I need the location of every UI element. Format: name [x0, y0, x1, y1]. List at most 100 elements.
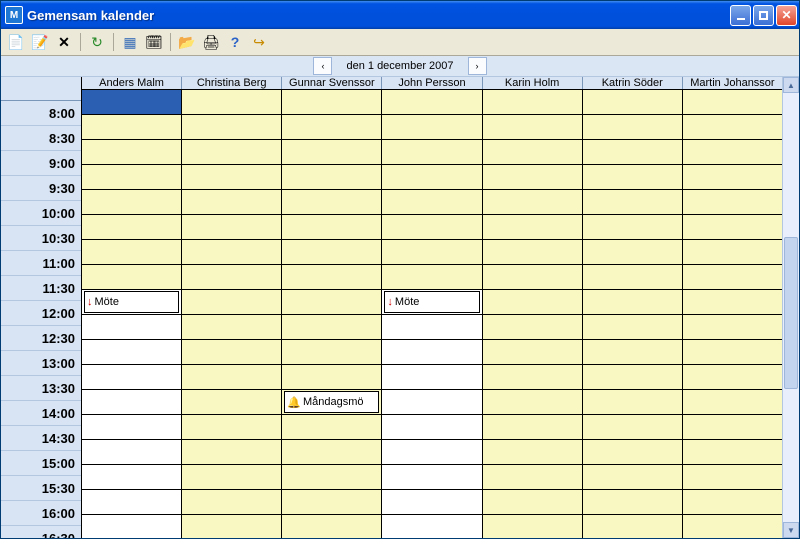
time-slot[interactable]: [182, 265, 281, 290]
time-slot[interactable]: [82, 140, 181, 165]
time-slot[interactable]: [583, 90, 682, 115]
person-header[interactable]: Christina Berg: [182, 77, 282, 89]
help-button[interactable]: ?: [224, 31, 246, 53]
time-slot[interactable]: [382, 90, 481, 115]
time-slot[interactable]: [382, 415, 481, 440]
new-button[interactable]: 📄: [5, 31, 27, 53]
time-slot[interactable]: [82, 115, 181, 140]
time-slot[interactable]: [382, 390, 481, 415]
person-header[interactable]: Karin Holm: [483, 77, 583, 89]
print-button[interactable]: 🖨: [200, 31, 222, 53]
time-slot[interactable]: [382, 340, 481, 365]
time-slot[interactable]: [583, 265, 682, 290]
time-slot[interactable]: [282, 490, 381, 515]
time-slot[interactable]: [382, 240, 481, 265]
time-slot[interactable]: [82, 390, 181, 415]
time-slot[interactable]: [282, 365, 381, 390]
time-slot[interactable]: [82, 240, 181, 265]
person-header[interactable]: Martin Johanssor: [683, 77, 782, 89]
time-slot[interactable]: [483, 415, 582, 440]
time-slot[interactable]: [182, 340, 281, 365]
calendar-event[interactable]: 🔔Måndagsmö: [284, 391, 379, 413]
time-slot[interactable]: [382, 315, 481, 340]
time-slot[interactable]: [683, 515, 782, 538]
scroll-down-button[interactable]: ▼: [783, 522, 799, 538]
edit-button[interactable]: 📝: [29, 31, 51, 53]
scroll-thumb[interactable]: [784, 237, 798, 389]
time-slot[interactable]: [182, 115, 281, 140]
time-slot[interactable]: [82, 190, 181, 215]
person-header[interactable]: Anders Malm: [82, 77, 182, 89]
time-slot[interactable]: [282, 215, 381, 240]
time-slot[interactable]: [382, 440, 481, 465]
time-slot[interactable]: [182, 165, 281, 190]
time-slot[interactable]: [382, 265, 481, 290]
time-slot[interactable]: [483, 365, 582, 390]
time-slot[interactable]: [82, 365, 181, 390]
time-slot[interactable]: [483, 90, 582, 115]
time-slot[interactable]: [683, 165, 782, 190]
time-slot[interactable]: [182, 190, 281, 215]
calendar-event[interactable]: ↓Möte: [384, 291, 479, 313]
time-slot[interactable]: [683, 415, 782, 440]
time-slot[interactable]: [282, 265, 381, 290]
time-slot[interactable]: [282, 315, 381, 340]
time-slot[interactable]: [683, 90, 782, 115]
time-slot[interactable]: [683, 365, 782, 390]
time-slot[interactable]: [182, 240, 281, 265]
time-slot[interactable]: [282, 290, 381, 315]
time-slot[interactable]: [483, 215, 582, 240]
time-slot[interactable]: [82, 415, 181, 440]
time-slot[interactable]: [382, 365, 481, 390]
time-slot[interactable]: [82, 465, 181, 490]
time-slot[interactable]: [182, 290, 281, 315]
time-slot[interactable]: [282, 415, 381, 440]
time-slot[interactable]: [683, 290, 782, 315]
time-slot[interactable]: [82, 90, 181, 115]
time-slot[interactable]: [382, 140, 481, 165]
time-slot[interactable]: [683, 140, 782, 165]
time-slot[interactable]: [382, 515, 481, 538]
time-slot[interactable]: [182, 365, 281, 390]
time-slot[interactable]: [182, 415, 281, 440]
time-slot[interactable]: [382, 490, 481, 515]
time-slot[interactable]: [583, 515, 682, 538]
time-slot[interactable]: [282, 515, 381, 538]
time-slot[interactable]: [82, 315, 181, 340]
time-slot[interactable]: [382, 165, 481, 190]
time-slot[interactable]: [282, 340, 381, 365]
time-slot[interactable]: [382, 215, 481, 240]
time-slot[interactable]: [282, 190, 381, 215]
color-calendar-button[interactable]: 🗓: [143, 31, 165, 53]
time-slot[interactable]: [683, 115, 782, 140]
time-slot[interactable]: [583, 315, 682, 340]
scroll-up-button[interactable]: ▲: [783, 77, 799, 93]
time-slot[interactable]: [583, 340, 682, 365]
time-slot[interactable]: [583, 240, 682, 265]
delete-button[interactable]: ✕: [53, 31, 75, 53]
time-slot[interactable]: [483, 515, 582, 538]
person-header[interactable]: John Persson: [382, 77, 482, 89]
person-header[interactable]: Katrin Söder: [583, 77, 683, 89]
time-slot[interactable]: [483, 140, 582, 165]
time-slot[interactable]: [182, 215, 281, 240]
time-slot[interactable]: [382, 465, 481, 490]
time-slot[interactable]: [182, 140, 281, 165]
time-slot[interactable]: [683, 265, 782, 290]
time-slot[interactable]: [182, 515, 281, 538]
time-slot[interactable]: [282, 140, 381, 165]
vertical-scrollbar[interactable]: ▲ ▼: [782, 77, 799, 538]
time-slot[interactable]: [483, 240, 582, 265]
time-slot[interactable]: [583, 415, 682, 440]
time-slot[interactable]: [683, 490, 782, 515]
time-slot[interactable]: [282, 465, 381, 490]
time-slot[interactable]: [483, 290, 582, 315]
time-slot[interactable]: [683, 190, 782, 215]
time-slot[interactable]: [382, 190, 481, 215]
time-slot[interactable]: [683, 465, 782, 490]
time-slot[interactable]: [82, 340, 181, 365]
time-slot[interactable]: [683, 215, 782, 240]
calendar-event[interactable]: ↓Möte: [84, 291, 179, 313]
time-slot[interactable]: [583, 215, 682, 240]
close-button[interactable]: [776, 5, 797, 26]
